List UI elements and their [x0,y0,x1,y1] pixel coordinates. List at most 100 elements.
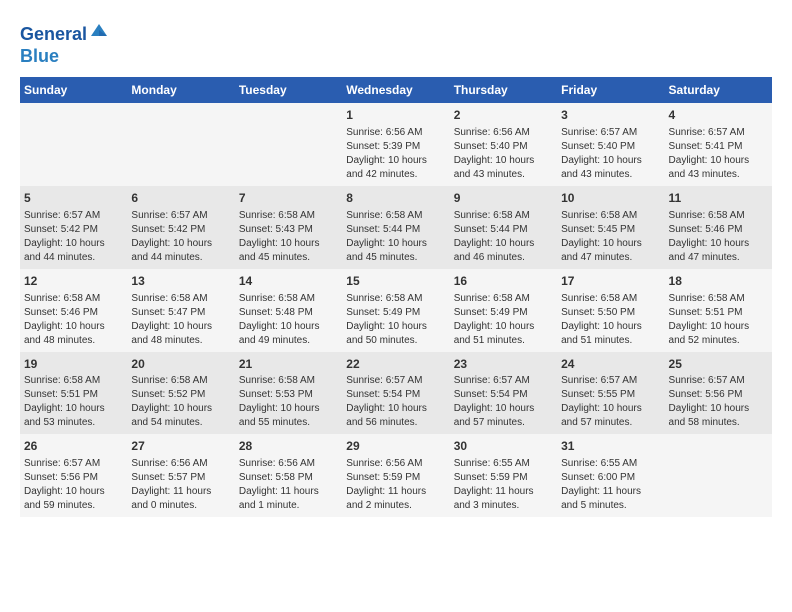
day-info: Sunrise: 6:57 AM Sunset: 5:55 PM Dayligh… [561,374,660,430]
calendar-cell: 20Sunrise: 6:58 AM Sunset: 5:52 PM Dayli… [127,352,234,435]
day-info: Sunrise: 6:58 AM Sunset: 5:47 PM Dayligh… [131,292,230,348]
day-number: 1 [346,107,445,124]
page-header: General Blue [20,20,772,67]
calendar-cell: 13Sunrise: 6:58 AM Sunset: 5:47 PM Dayli… [127,269,234,352]
day-number: 11 [669,190,768,207]
day-number: 30 [454,438,553,455]
calendar-cell: 19Sunrise: 6:58 AM Sunset: 5:51 PM Dayli… [20,352,127,435]
day-number: 15 [346,273,445,290]
day-info: Sunrise: 6:58 AM Sunset: 5:44 PM Dayligh… [346,209,445,265]
day-info: Sunrise: 6:58 AM Sunset: 5:50 PM Dayligh… [561,292,660,348]
day-info: Sunrise: 6:57 AM Sunset: 5:40 PM Dayligh… [561,126,660,182]
calendar-cell: 31 Sunrise: 6:55 AM Sunset: 6:00 PM Dayli… [557,434,664,517]
calendar-cell [127,103,234,186]
calendar-cell: 16Sunrise: 6:58 AM Sunset: 5:49 PM Dayli… [450,269,557,352]
calendar-week-row: 1 Sunrise: 6:56 AM Sunset: 5:39 PM Daylig… [20,103,772,186]
calendar-cell: 4 Sunrise: 6:57 AM Sunset: 5:41 PM Daylig… [665,103,772,186]
day-number: 24 [561,356,660,373]
day-number: 27 [131,438,230,455]
col-header-monday: Monday [127,77,234,103]
day-number: 5 [24,190,123,207]
calendar-cell: 22Sunrise: 6:57 AM Sunset: 5:54 PM Dayli… [342,352,449,435]
calendar-cell: 28 Sunrise: 6:56 AM Sunset: 5:58 PM Dayli… [235,434,342,517]
day-info: Sunrise: 6:58 AM Sunset: 5:51 PM Dayligh… [669,292,768,348]
calendar-cell: 3 Sunrise: 6:57 AM Sunset: 5:40 PM Daylig… [557,103,664,186]
day-number: 21 [239,356,338,373]
logo-icon [89,20,109,40]
day-info: Sunrise: 6:57 AM Sunset: 5:54 PM Dayligh… [454,374,553,430]
day-number: 31 [561,438,660,455]
calendar-cell: 8 Sunrise: 6:58 AM Sunset: 5:44 PM Daylig… [342,186,449,269]
calendar-cell: 17Sunrise: 6:58 AM Sunset: 5:50 PM Dayli… [557,269,664,352]
logo-text: General Blue [20,20,109,67]
calendar-week-row: 12 Sunrise: 6:58 AM Sunset: 5:46 PM Dayli… [20,269,772,352]
day-number: 28 [239,438,338,455]
calendar-cell: 1 Sunrise: 6:56 AM Sunset: 5:39 PM Daylig… [342,103,449,186]
calendar-cell [20,103,127,186]
col-header-friday: Friday [557,77,664,103]
day-info: Sunrise: 6:56 AM Sunset: 5:57 PM Dayligh… [131,457,230,513]
calendar-cell: 24Sunrise: 6:57 AM Sunset: 5:55 PM Dayli… [557,352,664,435]
day-info: Sunrise: 6:58 AM Sunset: 5:49 PM Dayligh… [346,292,445,348]
day-info: Sunrise: 6:56 AM Sunset: 5:58 PM Dayligh… [239,457,338,513]
calendar-week-row: 26Sunrise: 6:57 AM Sunset: 5:56 PM Dayli… [20,434,772,517]
calendar-cell: 26Sunrise: 6:57 AM Sunset: 5:56 PM Dayli… [20,434,127,517]
day-number: 7 [239,190,338,207]
day-info: Sunrise: 6:57 AM Sunset: 5:41 PM Dayligh… [669,126,768,182]
day-info: Sunrise: 6:58 AM Sunset: 5:52 PM Dayligh… [131,374,230,430]
day-info: Sunrise: 6:55 AM Sunset: 6:00 PM Dayligh… [561,457,660,513]
day-info: Sunrise: 6:58 AM Sunset: 5:51 PM Dayligh… [24,374,123,430]
day-number: 25 [669,356,768,373]
calendar-cell: 23Sunrise: 6:57 AM Sunset: 5:54 PM Dayli… [450,352,557,435]
calendar-week-row: 5 Sunrise: 6:57 AM Sunset: 5:42 PM Daylig… [20,186,772,269]
calendar-cell: 25Sunrise: 6:57 AM Sunset: 5:56 PM Dayli… [665,352,772,435]
day-number: 3 [561,107,660,124]
calendar-cell: 14Sunrise: 6:58 AM Sunset: 5:48 PM Dayli… [235,269,342,352]
day-info: Sunrise: 6:57 AM Sunset: 5:42 PM Dayligh… [131,209,230,265]
day-number: 9 [454,190,553,207]
day-number: 22 [346,356,445,373]
day-number: 4 [669,107,768,124]
day-number: 19 [24,356,123,373]
calendar-cell: 9 Sunrise: 6:58 AM Sunset: 5:44 PM Daylig… [450,186,557,269]
day-info: Sunrise: 6:58 AM Sunset: 5:46 PM Dayligh… [24,292,123,348]
calendar-cell: 18Sunrise: 6:58 AM Sunset: 5:51 PM Dayli… [665,269,772,352]
calendar-table: SundayMondayTuesdayWednesdayThursdayFrid… [20,77,772,517]
calendar-cell: 29Sunrise: 6:56 AM Sunset: 5:59 PM Dayli… [342,434,449,517]
day-number: 10 [561,190,660,207]
day-number: 29 [346,438,445,455]
calendar-cell: 10 Sunrise: 6:58 AM Sunset: 5:45 PM Dayli… [557,186,664,269]
calendar-cell: 21Sunrise: 6:58 AM Sunset: 5:53 PM Dayli… [235,352,342,435]
col-header-sunday: Sunday [20,77,127,103]
day-info: Sunrise: 6:57 AM Sunset: 5:42 PM Dayligh… [24,209,123,265]
day-info: Sunrise: 6:56 AM Sunset: 5:40 PM Dayligh… [454,126,553,182]
calendar-header-row: SundayMondayTuesdayWednesdayThursdayFrid… [20,77,772,103]
day-info: Sunrise: 6:58 AM Sunset: 5:49 PM Dayligh… [454,292,553,348]
day-number: 12 [24,273,123,290]
day-number: 26 [24,438,123,455]
day-info: Sunrise: 6:58 AM Sunset: 5:43 PM Dayligh… [239,209,338,265]
calendar-cell: 2 Sunrise: 6:56 AM Sunset: 5:40 PM Daylig… [450,103,557,186]
calendar-cell [665,434,772,517]
day-number: 23 [454,356,553,373]
col-header-thursday: Thursday [450,77,557,103]
day-info: Sunrise: 6:58 AM Sunset: 5:45 PM Dayligh… [561,209,660,265]
day-number: 8 [346,190,445,207]
calendar-cell: 6 Sunrise: 6:57 AM Sunset: 5:42 PM Daylig… [127,186,234,269]
day-number: 6 [131,190,230,207]
day-info: Sunrise: 6:57 AM Sunset: 5:56 PM Dayligh… [669,374,768,430]
calendar-cell: 27 Sunrise: 6:56 AM Sunset: 5:57 PM Dayli… [127,434,234,517]
calendar-cell: 11 Sunrise: 6:58 AM Sunset: 5:46 PM Dayli… [665,186,772,269]
day-info: Sunrise: 6:56 AM Sunset: 5:39 PM Dayligh… [346,126,445,182]
day-info: Sunrise: 6:58 AM Sunset: 5:48 PM Dayligh… [239,292,338,348]
day-info: Sunrise: 6:58 AM Sunset: 5:46 PM Dayligh… [669,209,768,265]
col-header-tuesday: Tuesday [235,77,342,103]
day-info: Sunrise: 6:55 AM Sunset: 5:59 PM Dayligh… [454,457,553,513]
day-info: Sunrise: 6:58 AM Sunset: 5:44 PM Dayligh… [454,209,553,265]
logo: General Blue [20,20,109,67]
day-info: Sunrise: 6:58 AM Sunset: 5:53 PM Dayligh… [239,374,338,430]
day-number: 2 [454,107,553,124]
calendar-cell [235,103,342,186]
calendar-cell: 30 Sunrise: 6:55 AM Sunset: 5:59 PM Dayli… [450,434,557,517]
calendar-cell: 15 Sunrise: 6:58 AM Sunset: 5:49 PM Dayli… [342,269,449,352]
